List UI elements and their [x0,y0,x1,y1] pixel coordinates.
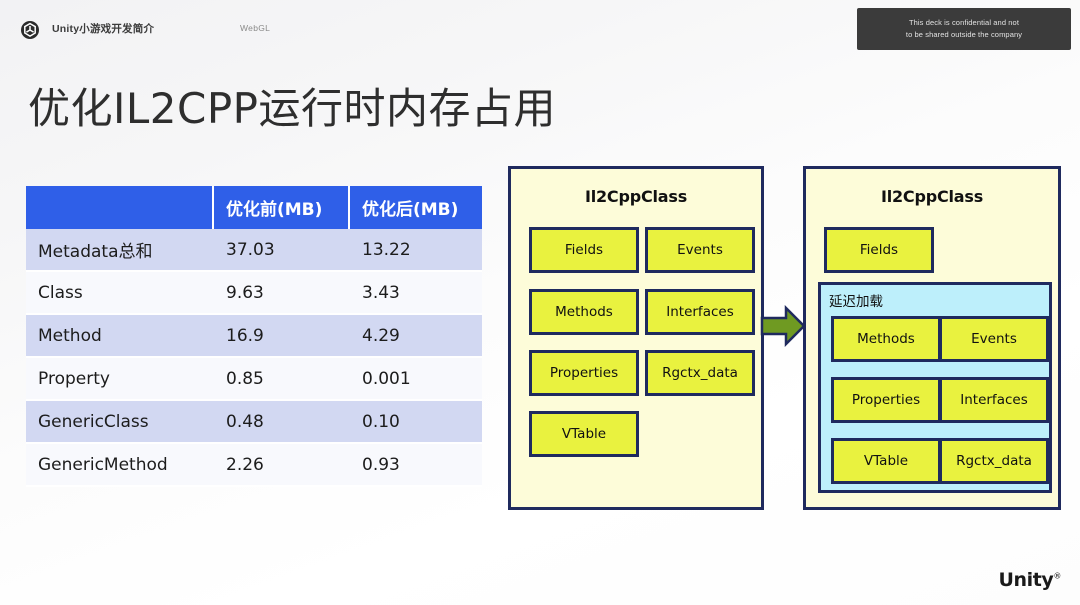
chip-vtable: VTable [831,438,941,484]
row-after: 4.29 [350,315,482,358]
row-after: 13.22 [350,229,482,272]
slide-header: Unity小游戏开发简介 WebGL This deck is confiden… [0,0,1080,50]
unity-cube-icon [20,20,40,40]
row-before: 37.03 [214,229,350,272]
confidential-notice: This deck is confidential and not to be … [857,8,1071,50]
chip-methods: Methods [529,289,639,335]
row-name: GenericMethod [26,444,214,487]
panel-title-after: Il2CppClass [880,187,984,206]
panel-title-before: Il2CppClass [584,187,688,206]
page-title: 优化IL2CPP运行时内存占用 [28,84,556,134]
table-header-row: 优化前(MB) 优化后(MB) [26,186,482,229]
chip-methods: Methods [831,316,941,362]
chip-interfaces: Interfaces [939,377,1049,423]
chip-events: Events [645,227,755,273]
table-header-cell-before: 优化前(MB) [214,186,350,229]
chip-events: Events [939,316,1049,362]
right-arrow-icon [760,304,806,348]
diagram-panel-before: Il2CppClass Fields Events Methods Interf… [508,166,764,510]
row-name: Metadata总和 [26,229,214,272]
row-after: 3.43 [350,272,482,315]
row-before: 2.26 [214,444,350,487]
chip-rgctx-data: Rgctx_data [645,350,755,396]
unity-wordmark: Unity® [998,569,1061,591]
confidential-line-2: to be shared outside the company [905,30,1023,39]
row-after: 0.001 [350,358,482,401]
slide-canvas: Unity小游戏开发简介 WebGL This deck is confiden… [0,0,1080,605]
row-name: GenericClass [26,401,214,444]
table-row: Metadata总和 37.03 13.22 [26,229,482,272]
deck-name-label: Unity小游戏开发简介 [52,23,155,35]
chip-interfaces: Interfaces [645,289,755,335]
row-after: 0.10 [350,401,482,444]
memory-comparison-table: 优化前(MB) 优化后(MB) Metadata总和 37.03 13.22 C… [26,186,482,487]
deck-section-label: WebGL [240,23,271,33]
row-name: Property [26,358,214,401]
chip-vtable: VTable [529,411,639,457]
table-header-cell-after: 优化后(MB) [350,186,482,229]
table-header-cell-name [26,186,214,229]
chip-properties: Properties [529,350,639,396]
registered-mark: ® [1053,571,1061,581]
table-row: Method 16.9 4.29 [26,315,482,358]
chip-fields: Fields [529,227,639,273]
row-before: 0.48 [214,401,350,444]
table-row: Class 9.63 3.43 [26,272,482,315]
row-before: 0.85 [214,358,350,401]
row-name: Method [26,315,214,358]
chip-properties: Properties [831,377,941,423]
lazy-load-group: 延迟加载 Methods Events Properties Interface… [818,282,1052,493]
diagram-panel-after: Il2CppClass Fields 延迟加载 Methods Events P… [803,166,1061,510]
table-row: GenericMethod 2.26 0.93 [26,444,482,487]
row-before: 9.63 [214,272,350,315]
chip-fields: Fields [824,227,934,273]
confidential-line-1: This deck is confidential and not [908,18,1019,27]
lazy-load-label: 延迟加载 [829,294,883,310]
table-row: GenericClass 0.48 0.10 [26,401,482,444]
chip-rgctx-data: Rgctx_data [939,438,1049,484]
table-row: Property 0.85 0.001 [26,358,482,401]
unity-wordmark-text: Unity [998,569,1054,591]
row-before: 16.9 [214,315,350,358]
row-name: Class [26,272,214,315]
row-after: 0.93 [350,444,482,487]
